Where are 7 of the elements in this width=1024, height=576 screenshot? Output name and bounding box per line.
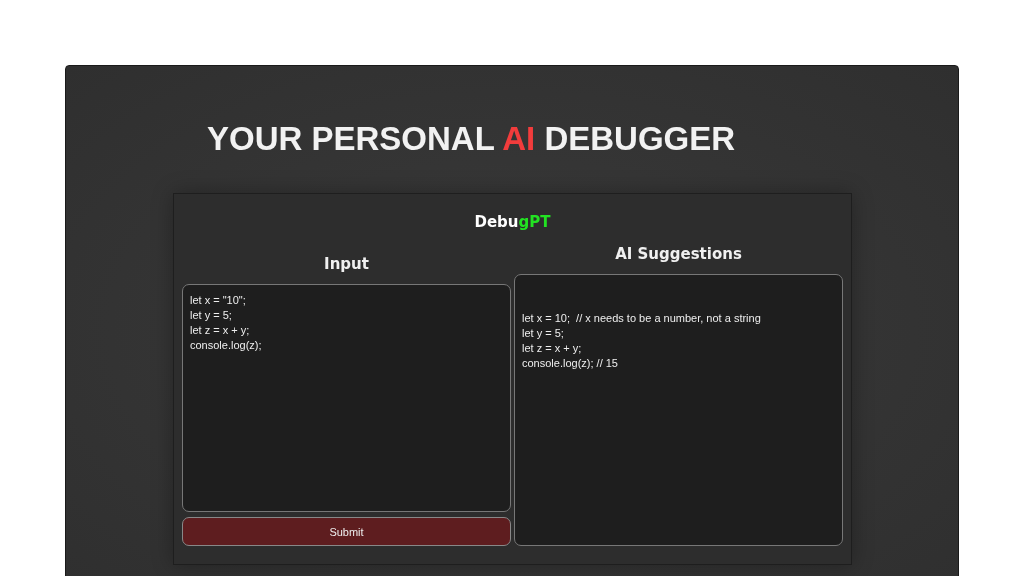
- input-heading: Input: [324, 255, 369, 273]
- suggestions-output: let x = 10; // x needs to be a number, not a string let y = 5; let z = x + y; console.log(z); // 15: [514, 274, 843, 546]
- submit-button[interactable]: Submit: [182, 517, 511, 546]
- code-input-field[interactable]: let x = "10"; let y = 5; let z = x + y; console.log(z);: [182, 284, 511, 512]
- hero-title: YOUR PERSONAL AI DEBUGGER: [207, 119, 736, 159]
- suggestions-heading: AI Suggestions: [615, 245, 742, 263]
- app-name: DebugPT: [474, 213, 551, 231]
